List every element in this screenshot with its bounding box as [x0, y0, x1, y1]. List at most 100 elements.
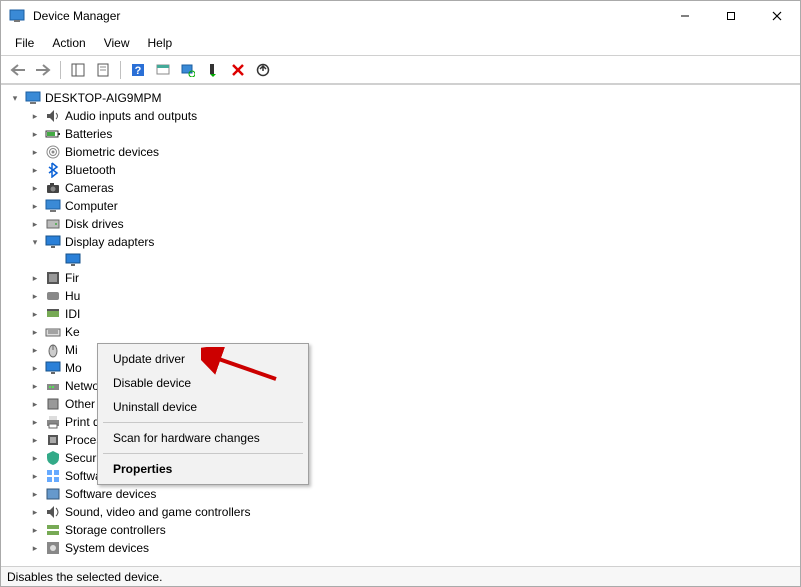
maximize-button[interactable]: [708, 1, 754, 31]
tree-node-label: Computer: [65, 199, 118, 213]
tree-node-cat-6[interactable]: ▸Disk drives: [1, 215, 800, 233]
chevron-right-icon: ▸: [29, 128, 41, 140]
other-icon: [45, 396, 61, 412]
tree-node-label: Software devices: [65, 487, 156, 501]
ctx-update-driver[interactable]: Update driver: [101, 347, 305, 371]
tree-node-cat-21[interactable]: ▸ Sound, video and game controllers: [1, 503, 800, 521]
tree-node-label: Disk drives: [65, 217, 124, 231]
security-icon: [45, 450, 61, 466]
tree-node-cat-11[interactable]: ▸Ke: [1, 323, 800, 341]
disk-icon: [45, 216, 61, 232]
tree-node-label: Storage controllers: [65, 523, 166, 537]
titlebar: Device Manager: [1, 1, 800, 31]
chevron-right-icon: ▸: [29, 506, 41, 518]
tree-node-label: Fir: [65, 271, 79, 285]
tree-node-label: Bluetooth: [65, 163, 116, 177]
show-hide-tree-button[interactable]: [67, 59, 89, 81]
tree-node-cat-1[interactable]: ▸Batteries: [1, 125, 800, 143]
chevron-right-icon: ▸: [29, 200, 41, 212]
mouse-icon: [45, 342, 61, 358]
tree-node-cat-7[interactable]: ▾Display adapters: [1, 233, 800, 251]
tree-node-cat-22[interactable]: ▸ Storage controllers: [1, 521, 800, 539]
statusbar-text: Disables the selected device.: [7, 570, 162, 584]
enable-device-button[interactable]: [202, 59, 224, 81]
content-pane: ▾ DESKTOP-AIG9MPM ▸ Audio inputs and output…: [1, 84, 800, 567]
scan-hardware-button[interactable]: [177, 59, 199, 81]
tree-node-label: Mi: [65, 343, 78, 357]
tree-node-cat-4[interactable]: ▸Cameras: [1, 179, 800, 197]
menu-view[interactable]: View: [96, 33, 138, 53]
disable-device-button[interactable]: [227, 59, 249, 81]
window-controls: [662, 1, 800, 31]
tree-node-cat-23[interactable]: ▸ System devices: [1, 539, 800, 557]
tree-node-cat-5[interactable]: ▸ Computer: [1, 197, 800, 215]
ctx-properties[interactable]: Properties: [101, 457, 305, 481]
device-tree[interactable]: ▾ DESKTOP-AIG9MPM ▸ Audio inputs and output…: [1, 85, 800, 567]
chevron-right-icon: ▸: [29, 290, 41, 302]
menu-action[interactable]: Action: [44, 33, 93, 53]
tree-node-cat-7-child-0[interactable]: [1, 251, 800, 269]
tree-node-label: IDI: [65, 307, 80, 321]
tree-node-label: Sound, video and game controllers: [65, 505, 250, 519]
swdev-icon: [45, 486, 61, 502]
menubar: File Action View Help: [1, 31, 800, 56]
cpu-icon: [45, 432, 61, 448]
display-icon: [45, 234, 61, 250]
storage-icon: [45, 522, 61, 538]
tree-node-cat-2[interactable]: ▸Biometric devices: [1, 143, 800, 161]
menu-file[interactable]: File: [7, 33, 42, 53]
chevron-right-icon: ▸: [29, 110, 41, 122]
system-icon: [45, 540, 61, 556]
action-button-1[interactable]: [152, 59, 174, 81]
ctx-disable-device[interactable]: Disable device: [101, 371, 305, 395]
ctx-scan-hardware[interactable]: Scan for hardware changes: [101, 426, 305, 450]
minimize-button[interactable]: [662, 1, 708, 31]
menu-help[interactable]: Help: [140, 33, 181, 53]
network-icon: [45, 378, 61, 394]
hid-icon: [45, 288, 61, 304]
chevron-right-icon: ▸: [29, 452, 41, 464]
tree-node-cat-3[interactable]: ▸Bluetooth: [1, 161, 800, 179]
sound-icon: [45, 504, 61, 520]
bluetooth-icon: [45, 162, 61, 178]
computer-icon: [45, 198, 61, 214]
chevron-right-icon: ▸: [29, 416, 41, 428]
camera-icon: [45, 180, 61, 196]
tree-node-root[interactable]: ▾ DESKTOP-AIG9MPM: [1, 89, 800, 107]
tree-node-label: DESKTOP-AIG9MPM: [45, 91, 161, 105]
chevron-right-icon: ▸: [29, 470, 41, 482]
chevron-down-icon[interactable]: ▾: [29, 236, 41, 248]
back-button[interactable]: [7, 59, 29, 81]
close-button[interactable]: [754, 1, 800, 31]
tree-node-cat-9[interactable]: ▸ Hu: [1, 287, 800, 305]
computer-icon: [25, 90, 41, 106]
uninstall-device-button[interactable]: [252, 59, 274, 81]
chevron-right-icon: ▸: [29, 542, 41, 554]
display-child-icon: [65, 252, 81, 268]
chevron-down-icon[interactable]: ▾: [9, 92, 21, 104]
ctx-uninstall-device[interactable]: Uninstall device: [101, 395, 305, 419]
tree-node-label: Hu: [65, 289, 80, 303]
chevron-right-icon: ▸: [29, 146, 41, 158]
chevron-right-icon: ▸: [29, 524, 41, 536]
forward-button[interactable]: [32, 59, 54, 81]
help-button[interactable]: ?: [127, 59, 149, 81]
tree-node-label: Cameras: [65, 181, 114, 195]
tree-node-cat-8[interactable]: ▸ Fir: [1, 269, 800, 287]
keyboard-icon: [45, 324, 61, 340]
chevron-right-icon: ▸: [29, 272, 41, 284]
properties-button[interactable]: [92, 59, 114, 81]
tree-node-label: Mo: [65, 361, 82, 375]
tree-node-label: Audio inputs and outputs: [65, 109, 197, 123]
chevron-right-icon: ▸: [29, 344, 41, 356]
tree-node-label: System devices: [65, 541, 149, 555]
chevron-right-icon: ▸: [29, 398, 41, 410]
toolbar-separator: [120, 61, 121, 79]
tree-node-cat-10[interactable]: ▸IDI: [1, 305, 800, 323]
tree-node-cat-20[interactable]: ▸Software devices: [1, 485, 800, 503]
printer-icon: [45, 414, 61, 430]
tree-node-cat-0[interactable]: ▸ Audio inputs and outputs: [1, 107, 800, 125]
toolbar: ?: [1, 56, 800, 84]
expander-none: [49, 254, 61, 266]
context-menu-separator: [103, 453, 303, 454]
